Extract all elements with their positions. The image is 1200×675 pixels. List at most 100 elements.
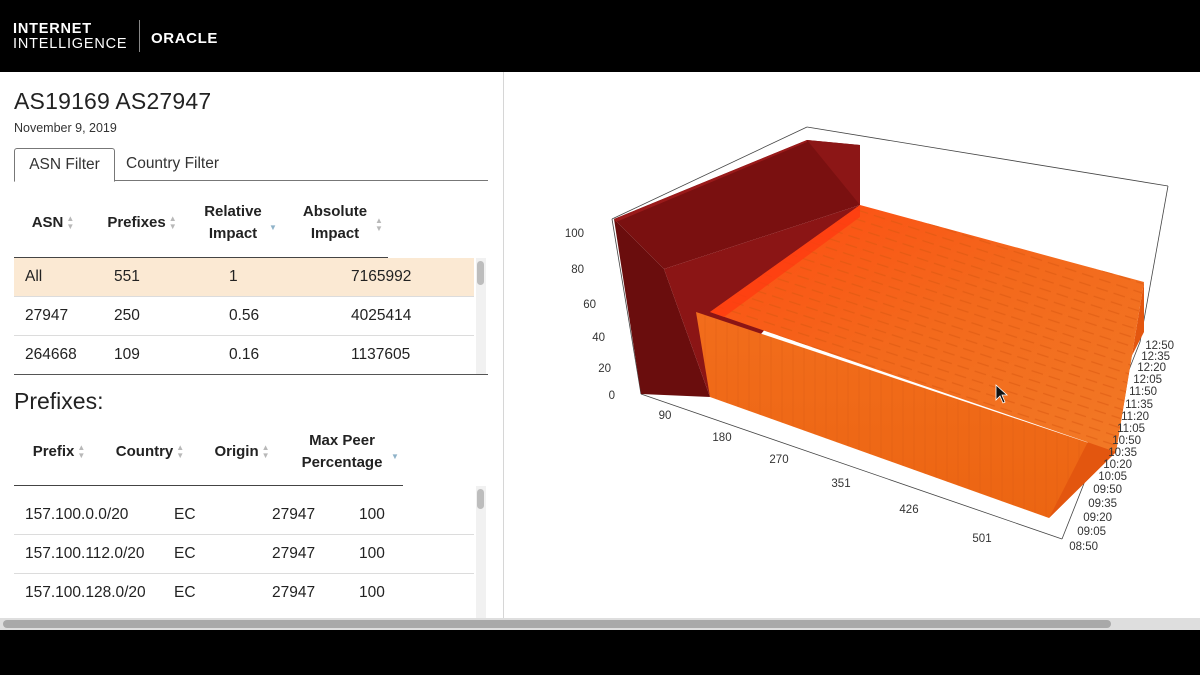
column-header-label: Absolute <box>302 203 368 220</box>
x-tick-label: 501 <box>972 533 991 545</box>
x-tick-label: 426 <box>899 504 918 516</box>
y-tick-label: 09:05 <box>1077 526 1106 538</box>
y-tick-label: 11:35 <box>1125 399 1153 411</box>
column-header-absolute-impact[interactable]: Absolute Impact <box>296 201 374 245</box>
y-tick-label: 09:50 <box>1093 484 1122 496</box>
internet-intelligence-logo[interactable]: INTERNET INTELLIGENCE <box>13 22 127 52</box>
cell-origin: 27947 <box>272 584 316 601</box>
cell-asn: 27947 <box>25 307 69 324</box>
cell-asn: All <box>25 268 43 285</box>
brand-divider <box>139 20 140 52</box>
z-tick-label: 60 <box>583 299 596 311</box>
cell-origin: 27947 <box>272 545 316 562</box>
cell-prefix: 157.100.128.0/20 <box>25 584 146 601</box>
asn-row[interactable]: 27947 250 0.56 4025414 <box>14 297 474 336</box>
cell-relative-impact: 0.56 <box>229 307 260 324</box>
y-tick-label: 11:05 <box>1117 423 1145 435</box>
prefix-row[interactable]: 157.100.128.0/20 EC 27947 100 <box>14 574 474 613</box>
cell-relative-impact: 0.16 <box>229 346 260 363</box>
z-tick-label: 40 <box>592 332 605 344</box>
z-axis: 100 80 60 40 20 0 <box>565 228 615 402</box>
scrollbar-thumb[interactable] <box>477 489 484 509</box>
column-header-label: ASN <box>31 214 64 231</box>
y-tick-label: 10:20 <box>1103 459 1132 471</box>
column-header-label: Origin <box>214 443 259 460</box>
column-header-relative-impact[interactable]: Relative Impact <box>193 201 273 245</box>
column-header-asn[interactable]: ASN ▲ ▼ <box>28 212 78 234</box>
y-tick-label: 09:20 <box>1083 512 1112 524</box>
column-header-origin[interactable]: Origin ▲ ▼ <box>205 441 279 463</box>
sort-icon: ▲ ▼ <box>176 443 185 461</box>
z-tick-label: 0 <box>609 390 615 402</box>
prefixes-table-scrollbar[interactable] <box>476 486 486 618</box>
sort-icon: ▲ ▼ <box>168 214 177 232</box>
tab-asn-filter[interactable]: ASN Filter <box>14 148 115 182</box>
cell-country: EC <box>174 545 196 562</box>
y-tick-label: 10:05 <box>1098 471 1127 483</box>
prefix-row[interactable]: 157.100.112.0/20 EC 27947 100 <box>14 535 474 574</box>
horizontal-scrollbar[interactable] <box>0 618 1200 630</box>
cell-absolute-impact: 7165992 <box>351 268 412 285</box>
sort-desc-icon[interactable]: ▼ <box>391 453 399 461</box>
z-tick-label: 100 <box>565 228 584 240</box>
cell-prefixes: 551 <box>114 268 140 285</box>
brand-line-1: INTERNET <box>13 21 92 37</box>
column-header-prefix[interactable]: Prefix ▲ ▼ <box>24 441 94 463</box>
x-tick-label: 90 <box>659 410 672 422</box>
cell-country: EC <box>174 506 196 523</box>
z-tick-label: 80 <box>571 264 584 276</box>
sort-icon: ▲ ▼ <box>261 443 270 461</box>
x-tick-label: 180 <box>712 432 731 444</box>
column-header-label: Impact <box>208 225 258 242</box>
prefix-row[interactable]: 157.100.0.0/20 EC 27947 100 <box>14 496 474 535</box>
sort-icon: ▲ ▼ <box>77 443 86 461</box>
y-tick-label: 09:35 <box>1088 498 1117 510</box>
cell-prefix: 157.100.112.0/20 <box>25 545 145 562</box>
cell-origin: 27947 <box>272 506 316 523</box>
column-header-prefixes[interactable]: Prefixes ▲ ▼ <box>101 212 183 234</box>
left-panel: AS19169 AS27947 November 9, 2019 ASN Fil… <box>0 72 503 618</box>
y-tick-label: 12:20 <box>1137 362 1166 374</box>
section-divider <box>14 374 488 375</box>
sort-icon: ▲ ▼ <box>66 214 75 232</box>
cell-absolute-impact: 4025414 <box>351 307 412 324</box>
column-header-country[interactable]: Country ▲ ▼ <box>108 441 192 463</box>
prefixes-title: Prefixes: <box>14 388 104 414</box>
y-tick-label: 12:05 <box>1133 374 1162 386</box>
column-header-label: Country <box>115 443 174 460</box>
column-header-max-peer-percentage[interactable]: Max Peer Percentage <box>294 430 390 474</box>
chart-panel[interactable]: 100 80 60 40 20 0 90 180 270 351 426 501… <box>504 72 1200 618</box>
column-header-label: Relative <box>204 203 262 220</box>
column-header-label: Percentage <box>301 454 383 471</box>
page-title: AS19169 AS27947 <box>14 88 212 114</box>
y-tick-label: 11:20 <box>1121 411 1149 423</box>
top-bar: INTERNET INTELLIGENCE ORACLE <box>0 0 1200 72</box>
cell-asn: 264668 <box>25 346 77 363</box>
cell-max-peer: 100 <box>359 506 385 523</box>
filter-tabs: ASN Filter Country Filter <box>14 148 488 182</box>
cell-prefix: 157.100.0.0/20 <box>25 506 129 523</box>
cell-prefixes: 250 <box>114 307 140 324</box>
column-header-label: Max Peer <box>309 432 375 449</box>
page-date: November 9, 2019 <box>14 121 117 135</box>
y-tick-label: 11:50 <box>1129 386 1157 398</box>
x-tick-label: 270 <box>769 454 788 466</box>
cell-prefixes: 109 <box>114 346 140 363</box>
sort-icon[interactable]: ▲ ▼ <box>375 217 383 233</box>
asn-table-scrollbar[interactable] <box>476 258 486 374</box>
main-content: AS19169 AS27947 November 9, 2019 ASN Fil… <box>0 72 1200 618</box>
asn-row[interactable]: 264668 109 0.16 1137605 <box>14 336 474 375</box>
table-header-divider <box>14 485 403 486</box>
cell-absolute-impact: 1137605 <box>351 346 411 363</box>
3d-surface-plot[interactable]: 100 80 60 40 20 0 90 180 270 351 426 501… <box>504 72 1200 618</box>
sort-desc-icon[interactable]: ▼ <box>269 224 277 232</box>
cell-max-peer: 100 <box>359 584 385 601</box>
z-tick-label: 20 <box>598 363 611 375</box>
asn-row-all[interactable]: All 551 1 7165992 <box>14 258 474 297</box>
scrollbar-thumb[interactable] <box>477 261 484 285</box>
tab-country-filter[interactable]: Country Filter <box>126 148 219 181</box>
scrollbar-thumb[interactable] <box>3 620 1111 628</box>
column-header-label: Prefixes <box>107 214 166 231</box>
oracle-logo[interactable]: ORACLE <box>151 30 218 47</box>
x-tick-label: 351 <box>831 478 850 490</box>
